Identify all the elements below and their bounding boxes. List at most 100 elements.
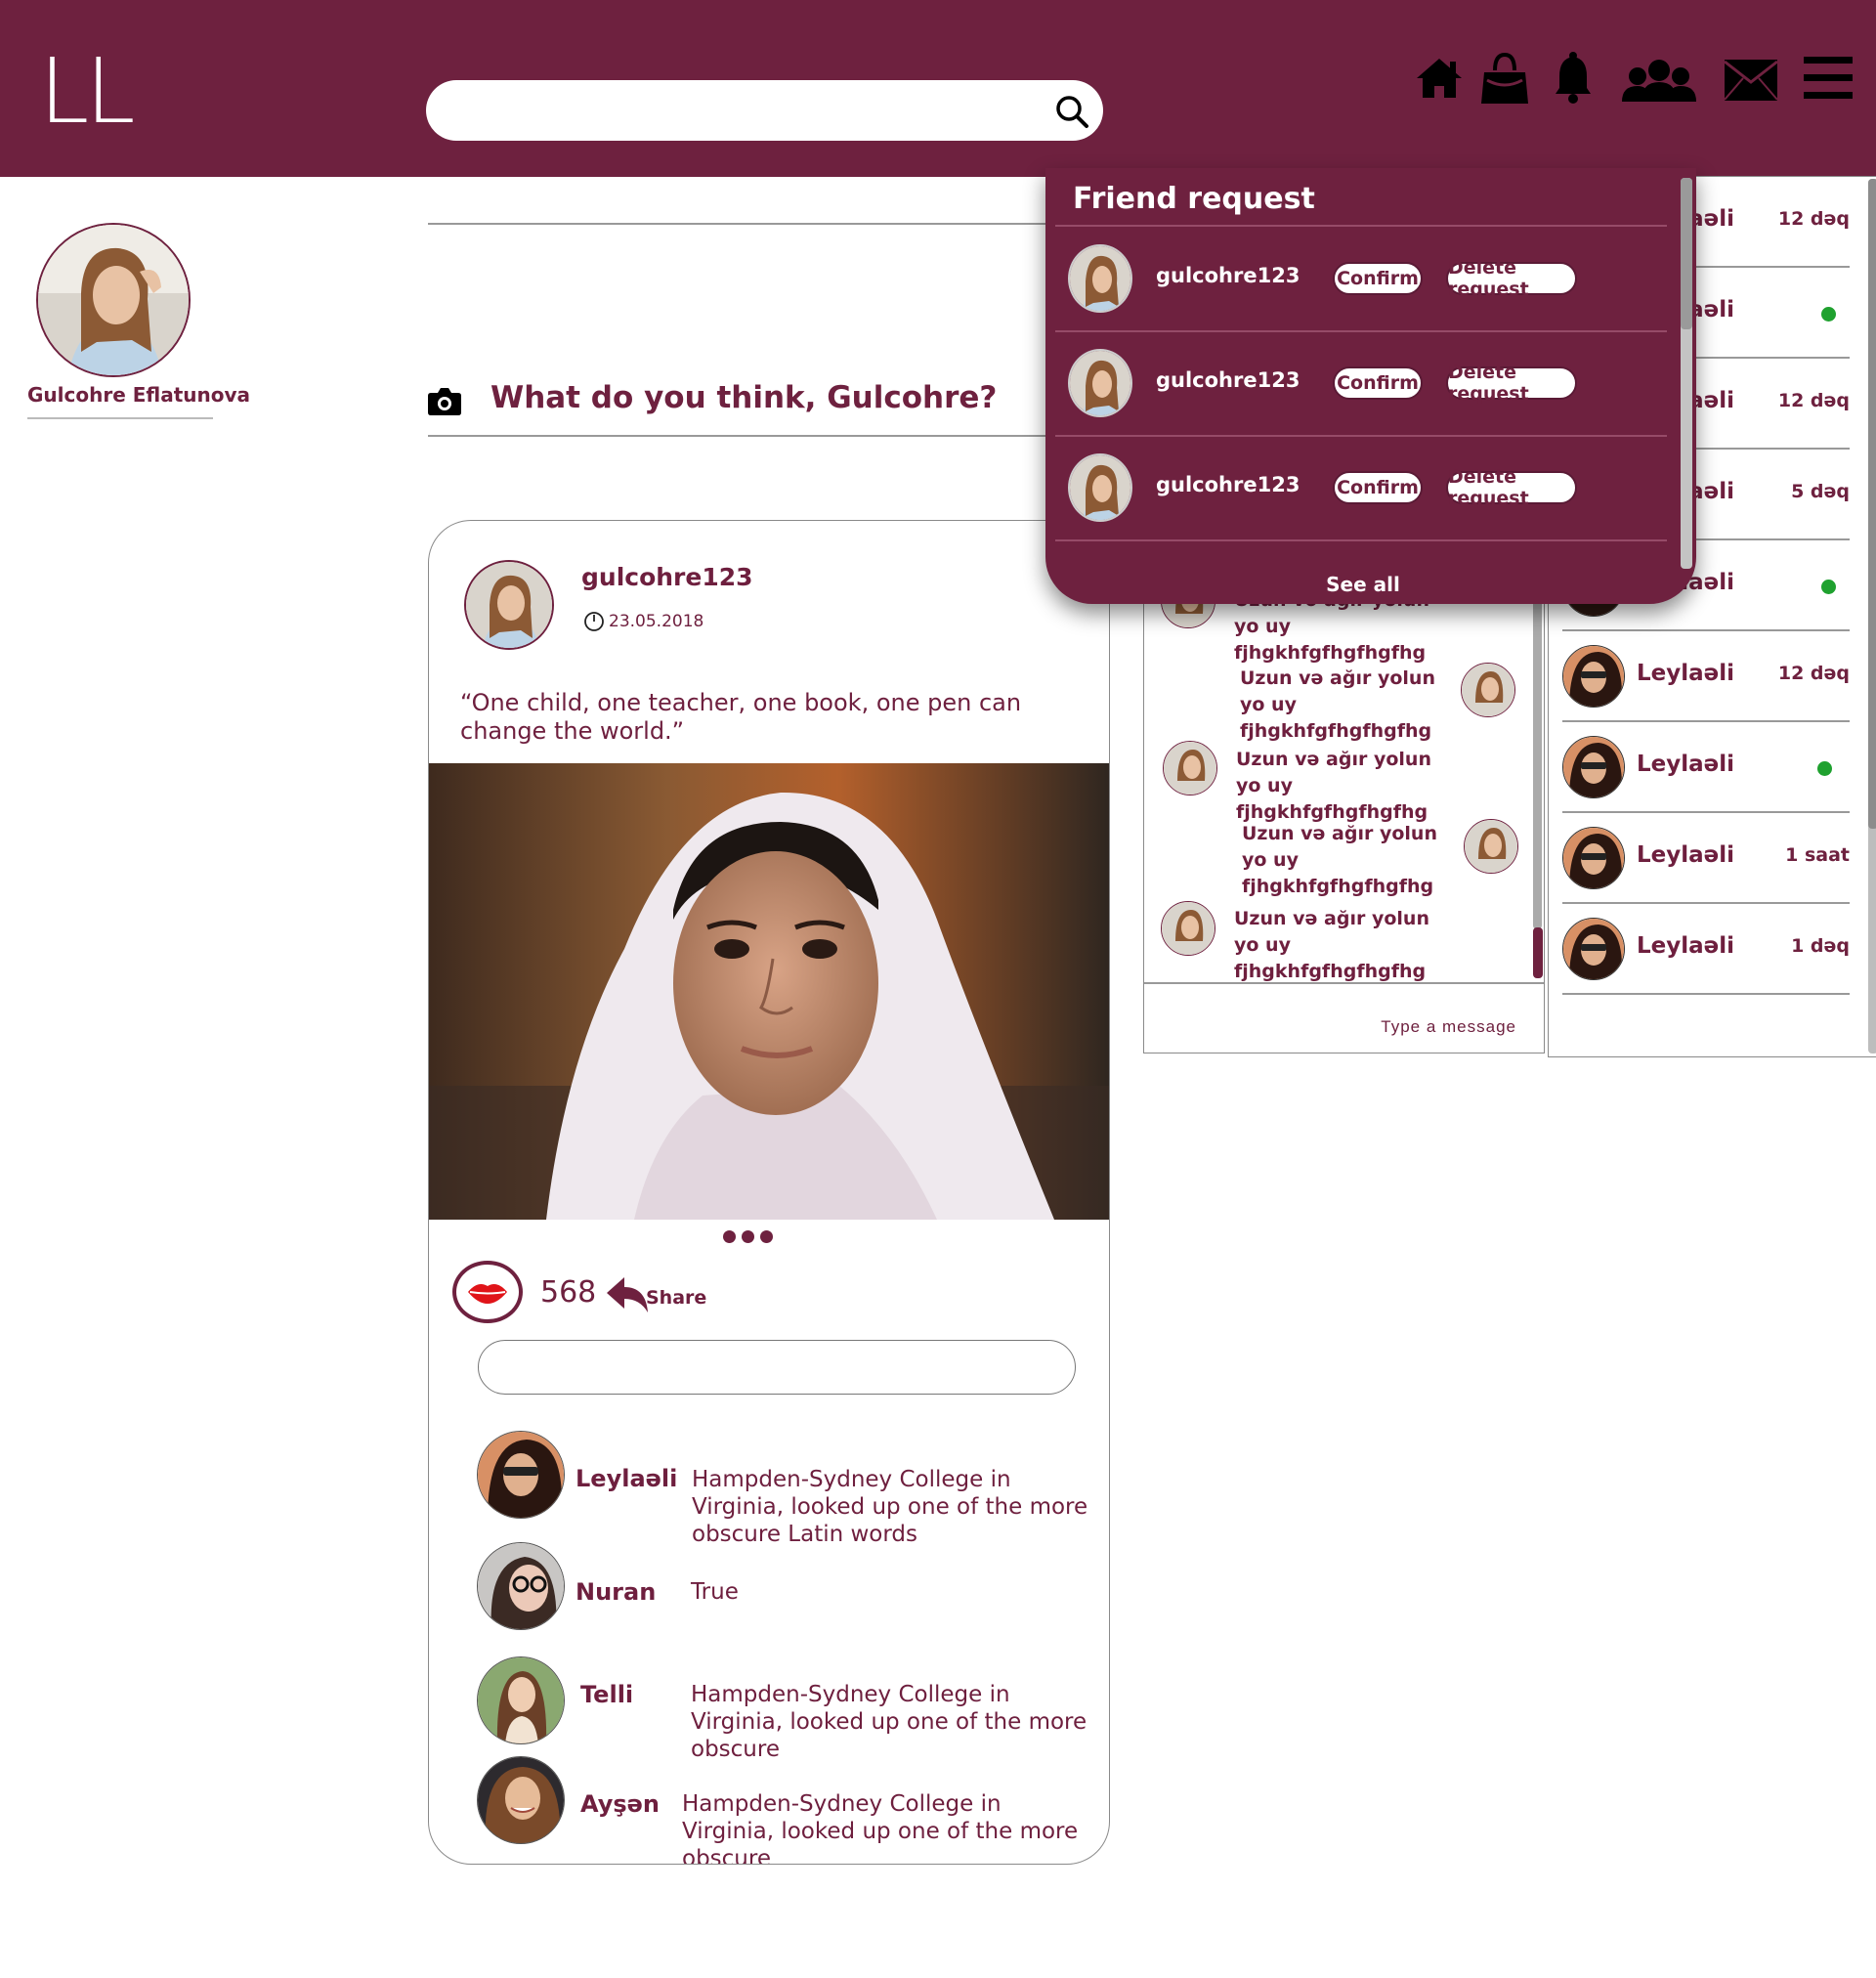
requester-name[interactable]: gulcohre123: [1156, 368, 1300, 392]
delete-request-button[interactable]: Delete request: [1446, 466, 1577, 509]
chat-message: Uzun və ağır yolun yo uy fjhgkhfgfhgfhgf…: [1236, 749, 1431, 823]
comment-avatar[interactable]: [477, 1431, 565, 1519]
chat-scrollbar[interactable]: [1533, 566, 1542, 929]
requester-avatar[interactable]: [1068, 244, 1132, 313]
post-username[interactable]: gulcohre123: [581, 563, 753, 591]
message-input[interactable]: Type a message: [1381, 1017, 1516, 1037]
friend-request-title: Friend request: [1073, 182, 1315, 216]
contact-avatar: [1562, 827, 1625, 889]
contact-last-seen: 1 saat: [1785, 844, 1850, 866]
comment-avatar[interactable]: [477, 1756, 565, 1844]
carousel-dot[interactable]: [723, 1230, 736, 1243]
profile-avatar[interactable]: [36, 223, 191, 377]
share-icon[interactable]: [605, 1275, 650, 1314]
contact-last-seen: 12 dəq: [1777, 390, 1850, 411]
menu-icon[interactable]: [1804, 57, 1853, 100]
chat-avatar: [1461, 663, 1515, 717]
comment-input[interactable]: [498, 1351, 1045, 1384]
friend-request-item: gulcohre123 Confirm Delete request: [1045, 331, 1671, 436]
post-image: [429, 763, 1109, 1220]
contact-row[interactable]: Leylaəli 1 dəq: [1562, 904, 1850, 995]
clock-icon: [584, 612, 604, 631]
like-button[interactable]: [452, 1261, 523, 1323]
contact-row[interactable]: Leylaəli 12 dəq: [1562, 631, 1850, 722]
camera-icon[interactable]: [427, 387, 462, 416]
contact-name: Leylaəli: [1637, 933, 1735, 959]
delete-request-button[interactable]: Delete request: [1446, 362, 1577, 405]
search-input[interactable]: [449, 92, 1026, 129]
confirm-button[interactable]: Confirm: [1333, 366, 1423, 400]
comment-author[interactable]: Nuran: [576, 1578, 656, 1606]
logo[interactable]: LL: [39, 47, 135, 137]
post-text: “One child, one teacher, one book, one p…: [460, 689, 1022, 745]
online-indicator: [1817, 761, 1832, 776]
contact-last-seen: 5 dəq: [1791, 481, 1850, 502]
post-photo[interactable]: [429, 763, 1109, 1220]
divider: [1144, 982, 1544, 984]
online-indicator: [1821, 580, 1836, 594]
lips-icon: [468, 1284, 507, 1304]
profile-name[interactable]: Gulcohre Eflatunova: [27, 383, 250, 407]
comment-avatar[interactable]: [477, 1656, 565, 1744]
chat-scrollbar-thumb[interactable]: [1533, 927, 1543, 978]
contacts-scrollbar-thumb[interactable]: [1868, 179, 1876, 829]
contact-row[interactable]: Leylaəli: [1562, 722, 1850, 813]
composer-prompt[interactable]: What do you think, Gulcohre?: [490, 380, 997, 415]
bell-icon[interactable]: [1554, 51, 1593, 104]
avatar-photo: [478, 1657, 564, 1743]
comment-avatar[interactable]: [477, 1542, 565, 1630]
comment-author[interactable]: Telli: [580, 1681, 633, 1708]
confirm-button[interactable]: Confirm: [1333, 262, 1423, 295]
friend-request-dropdown: Friend request gulcohre123 Confirm Delet…: [1045, 168, 1696, 604]
shopping-bag-icon[interactable]: [1479, 51, 1530, 106]
contact-avatar: [1562, 736, 1625, 798]
avatar-photo: [466, 562, 552, 648]
comment-author[interactable]: Leylaəli: [576, 1465, 677, 1492]
contact-name: Leylaəli: [1637, 661, 1735, 686]
dropdown-scrollbar-thumb[interactable]: [1681, 178, 1692, 329]
search-icon[interactable]: [1054, 94, 1089, 129]
online-indicator: [1821, 307, 1836, 322]
avatar-photo: [38, 225, 189, 375]
contact-last-seen: 1 dəq: [1791, 935, 1850, 957]
chat-avatar: [1161, 901, 1215, 956]
post-author-avatar[interactable]: [464, 560, 554, 650]
requester-name[interactable]: gulcohre123: [1156, 473, 1300, 496]
friends-icon[interactable]: [1622, 57, 1696, 104]
carousel-dot[interactable]: [742, 1230, 754, 1243]
divider: [428, 223, 1053, 225]
carousel-dots[interactable]: [723, 1230, 773, 1243]
divider: [428, 435, 1053, 437]
avatar-photo: [478, 1757, 564, 1843]
post-card: gulcohre123 23.05.2018 “One child, one t…: [428, 520, 1110, 1865]
share-button[interactable]: Share: [646, 1287, 706, 1309]
contact-last-seen: 12 dəq: [1777, 663, 1850, 684]
comment-text: Hampden-Sydney College in Virginia, look…: [682, 1791, 1079, 1865]
comment-text: True: [691, 1579, 739, 1605]
avatar-photo: [478, 1432, 564, 1518]
comment-text: Hampden-Sydney College in Virginia, look…: [691, 1682, 1087, 1762]
divider: [27, 417, 213, 419]
mail-icon[interactable]: [1724, 59, 1778, 102]
contact-row[interactable]: Leylaəli 1 saat: [1562, 813, 1850, 904]
divider: [1055, 539, 1667, 541]
comment-author[interactable]: Ayşən: [580, 1790, 660, 1818]
contact-avatar: [1562, 645, 1625, 708]
carousel-dot[interactable]: [760, 1230, 773, 1243]
contact-avatar: [1562, 918, 1625, 980]
chat-message: Uzun və ağır yolun yo uy fjhgkhfgfhgfhgf…: [1240, 667, 1435, 742]
top-bar: LL: [0, 0, 1876, 177]
comment-field[interactable]: [478, 1340, 1076, 1395]
search-bar[interactable]: [426, 80, 1103, 141]
friend-request-item: gulcohre123 Confirm Delete request: [1045, 436, 1671, 540]
contact-last-seen: 12 dəq: [1777, 208, 1850, 230]
post-date: 23.05.2018: [609, 612, 704, 631]
home-icon[interactable]: [1415, 57, 1464, 100]
requester-avatar[interactable]: [1068, 453, 1132, 522]
requester-name[interactable]: gulcohre123: [1156, 264, 1300, 287]
requester-avatar[interactable]: [1068, 349, 1132, 417]
see-all-link[interactable]: See all: [1045, 573, 1681, 596]
chat-message: Uzun və ağır yolun yo uy fjhgkhfgfhgfhgf…: [1242, 823, 1437, 897]
confirm-button[interactable]: Confirm: [1333, 471, 1423, 504]
delete-request-button[interactable]: Delete request: [1446, 257, 1577, 300]
